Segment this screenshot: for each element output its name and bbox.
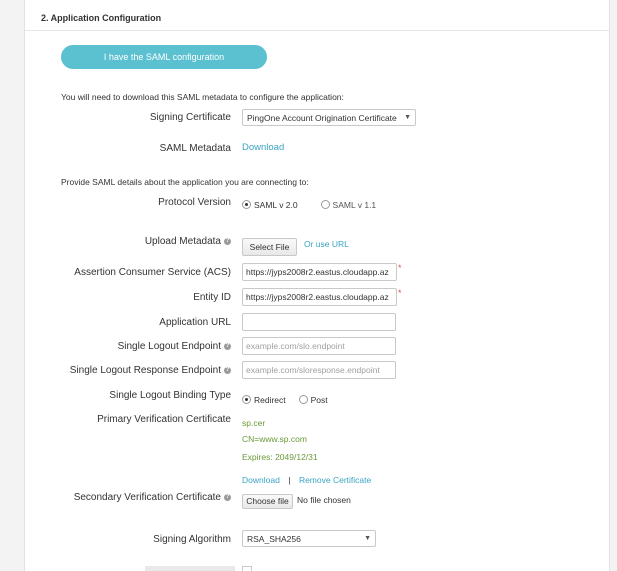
choose-file-button[interactable]: Choose file <box>242 494 293 509</box>
section-title: 2. Application Configuration <box>41 13 162 23</box>
radio-unselected-icon <box>298 395 308 405</box>
radio-selected-icon <box>242 395 251 405</box>
radio-post[interactable]: Post <box>298 391 328 408</box>
application-configuration-panel: 2. Application Configuration I have the … <box>24 0 610 571</box>
protocol-version-label: Protocol Version <box>158 197 231 208</box>
acs-label: Assertion Consumer Service (ACS) <box>74 267 231 278</box>
secondary-cert-label-row: Secondary Verification Certificate? <box>41 492 231 503</box>
divider <box>25 30 610 31</box>
saml-metadata-label: SAML Metadata <box>159 143 231 154</box>
primary-cert-actions: Download | Remove Certificate <box>242 470 371 488</box>
primary-cert-cn: CN=www.sp.com <box>242 434 307 444</box>
protocol-version-radios: SAML v 2.0 SAML v 1.1 <box>242 196 376 214</box>
remove-certificate-link[interactable]: Remove Certificate <box>299 475 371 485</box>
caret-down-icon: ▼ <box>404 114 411 121</box>
radio-selected-icon <box>242 200 251 210</box>
question-circle-icon: ? <box>224 493 231 501</box>
radio-saml-v2[interactable]: SAML v 2.0 <box>242 196 298 213</box>
link-separator: | <box>288 475 291 485</box>
slo-endpoint-label-row: Single Logout Endpoint? <box>41 341 231 352</box>
signing-algorithm-value: RSA_SHA256 <box>247 534 301 544</box>
application-url-label: Application URL <box>159 317 231 328</box>
signing-certificate-select[interactable]: PingOne Account Origination Certificate … <box>242 109 416 126</box>
application-url-input[interactable] <box>242 313 396 331</box>
signing-algorithm-select[interactable]: RSA_SHA256 ▼ <box>242 530 376 547</box>
primary-cert-expires: Expires: 2049/12/31 <box>242 452 318 462</box>
cert-download-link[interactable]: Download <box>242 475 280 485</box>
radio-redirect[interactable]: Redirect <box>242 391 286 408</box>
radio-unselected-icon <box>320 200 330 210</box>
select-file-button[interactable]: Select File <box>242 238 297 256</box>
slo-endpoint-input[interactable]: example.com/slo.endpoint <box>242 337 396 355</box>
use-url-link[interactable]: Or use URL <box>304 239 349 249</box>
cut-off-checkbox[interactable] <box>242 566 252 571</box>
entity-id-input[interactable]: https://jyps2008r2.eastus.cloudapp.az <box>242 288 397 306</box>
slo-response-label: Single Logout Response Endpoint <box>69 365 221 376</box>
entity-id-label: Entity ID <box>193 292 231 303</box>
caret-down-icon: ▼ <box>364 535 371 542</box>
question-circle-icon: ? <box>224 366 231 374</box>
cut-off-label <box>145 566 235 571</box>
download-intro-text: You will need to download this SAML meta… <box>61 92 344 102</box>
upload-metadata-label: Upload Metadata <box>144 236 221 247</box>
slo-response-input[interactable]: example.com/sloresponse.endpoint <box>242 361 396 379</box>
signing-algorithm-label: Signing Algorithm <box>153 534 231 545</box>
secondary-cert-label: Secondary Verification Certificate <box>73 492 221 503</box>
upload-metadata-label-row: Upload Metadata? <box>41 236 231 247</box>
question-circle-icon: ? <box>224 237 231 245</box>
slo-response-label-row: Single Logout Response Endpoint? <box>41 365 231 376</box>
signing-certificate-label: Signing Certificate <box>149 112 231 123</box>
required-marker: * <box>398 288 402 298</box>
signing-certificate-value: PingOne Account Origination Certificate <box>247 113 397 123</box>
file-status-text: No file chosen <box>297 495 351 505</box>
slo-endpoint-label: Single Logout Endpoint <box>117 341 221 352</box>
radio-saml-v1[interactable]: SAML v 1.1 <box>320 196 376 213</box>
saml-metadata-download-link[interactable]: Download <box>242 142 284 153</box>
details-intro-text: Provide SAML details about the applicati… <box>61 177 309 187</box>
question-circle-icon: ? <box>224 342 231 350</box>
slo-binding-label: Single Logout Binding Type <box>109 390 231 401</box>
saml-configuration-button[interactable]: I have the SAML configuration <box>61 45 267 69</box>
primary-cert-file: sp.cer <box>242 418 266 428</box>
slo-binding-radios: Redirect Post <box>242 391 328 409</box>
acs-input[interactable]: https://jyps2008r2.eastus.cloudapp.az <box>242 263 397 281</box>
required-marker: * <box>398 263 402 273</box>
primary-cert-label: Primary Verification Certificate <box>97 414 231 425</box>
